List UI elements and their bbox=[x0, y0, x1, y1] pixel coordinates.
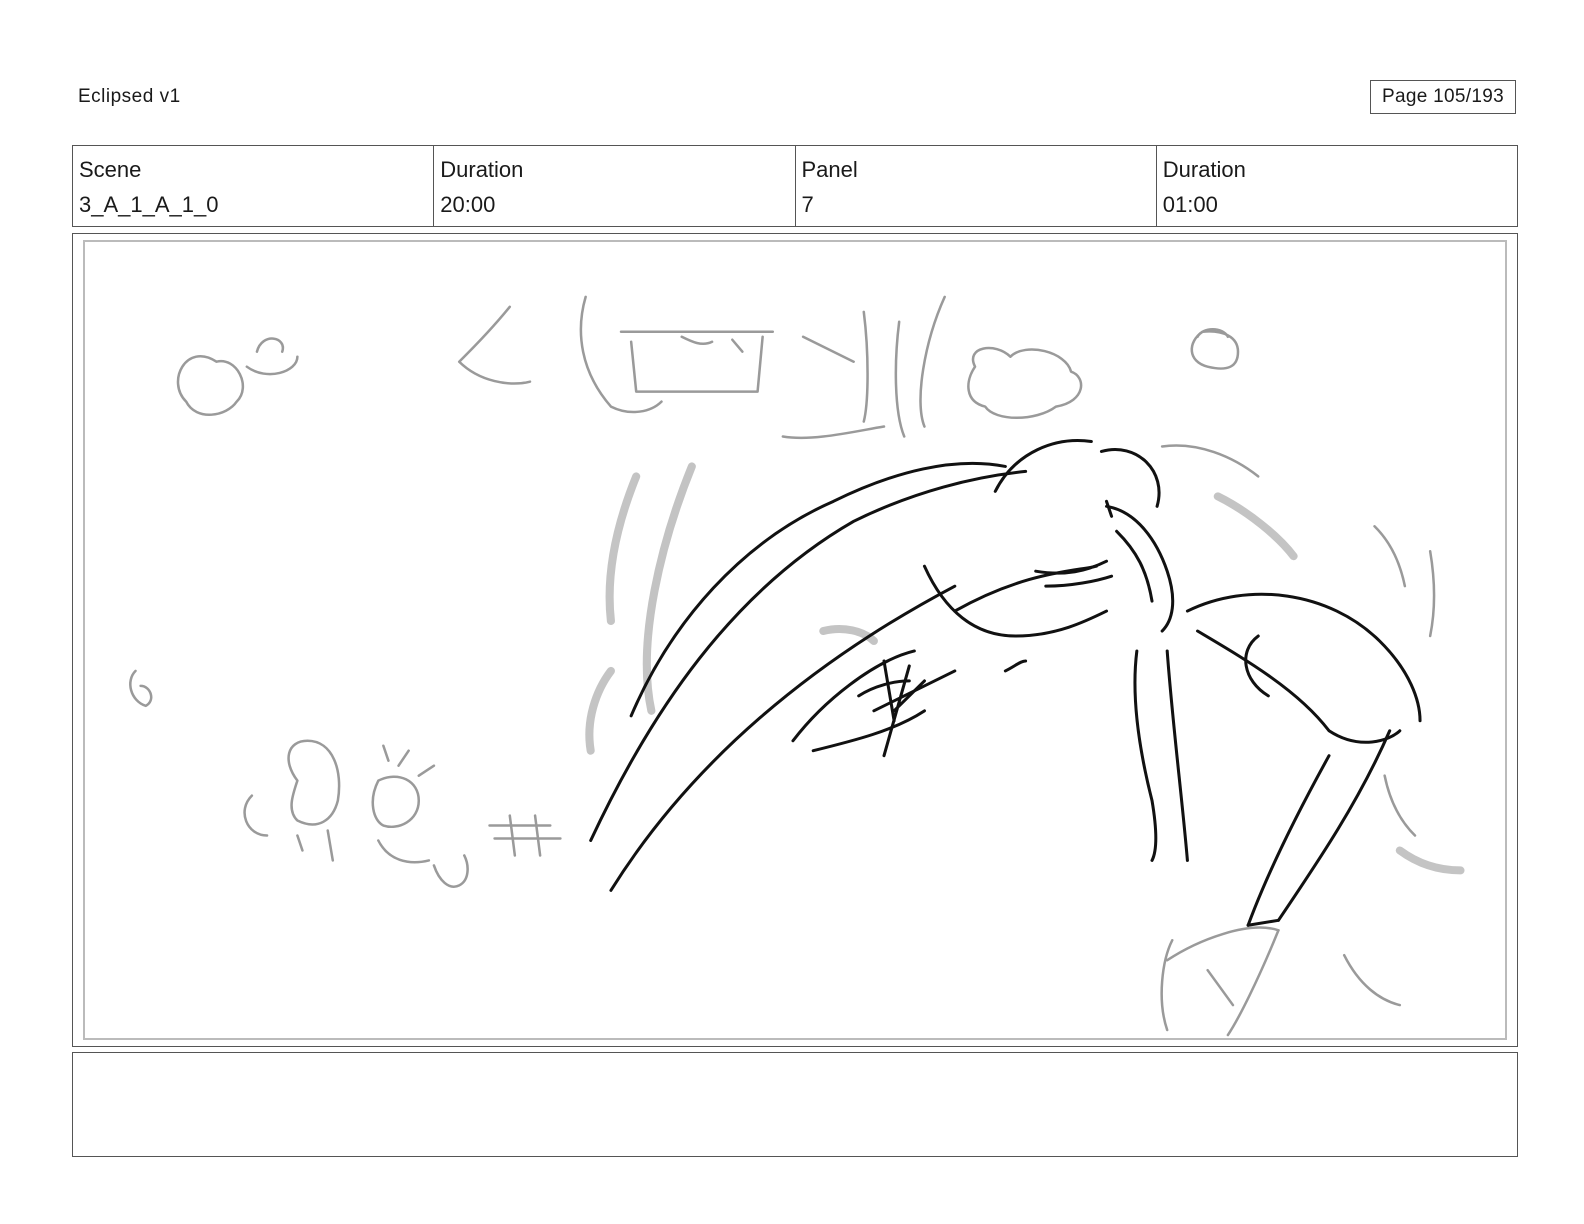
panel-label: Panel bbox=[801, 157, 858, 182]
storyboard-panel-image bbox=[83, 240, 1507, 1040]
scene-label: Scene bbox=[79, 157, 142, 182]
creature-sketch bbox=[589, 439, 1422, 927]
scene-cell: Scene 3_A_1_A_1_0 bbox=[73, 146, 435, 226]
storyboard-panel-frame bbox=[72, 233, 1518, 1047]
scene-duration-cell: Duration 20:00 bbox=[434, 146, 796, 226]
panel-duration-label: Duration bbox=[1162, 157, 1246, 182]
panel-cell: Panel 7 bbox=[796, 146, 1157, 226]
document-title: Eclipsed v1 bbox=[78, 86, 181, 107]
background-sketch bbox=[129, 295, 1436, 1037]
scene-duration-value: 20:00 bbox=[440, 192, 496, 217]
storyboard-sketch bbox=[129, 295, 1465, 1037]
panel-info-table: Scene 3_A_1_A_1_0 Duration 20:00 Panel 7… bbox=[72, 145, 1518, 227]
scene-duration-label: Duration bbox=[440, 157, 524, 182]
panel-duration-cell: Duration 01:00 bbox=[1157, 146, 1517, 226]
scene-value: 3_A_1_A_1_0 bbox=[79, 192, 219, 217]
page-number-badge: Page 105/193 bbox=[1370, 80, 1516, 114]
panel-duration-value: 01:00 bbox=[1162, 192, 1218, 217]
panel-value: 7 bbox=[801, 192, 814, 217]
panel-notes-box bbox=[72, 1052, 1518, 1157]
motion-smudges bbox=[585, 462, 1465, 875]
